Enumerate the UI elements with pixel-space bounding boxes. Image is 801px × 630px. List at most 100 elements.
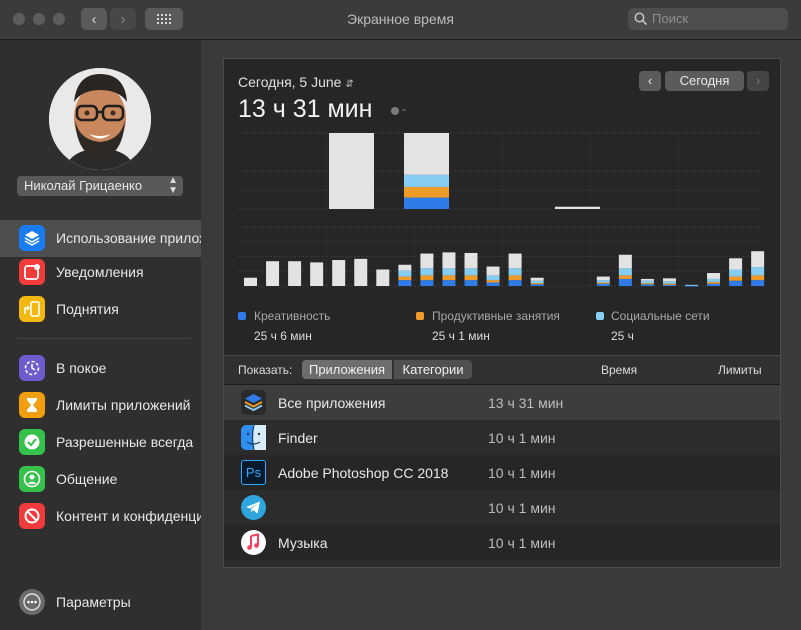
sidebar-item-label: Использование приложений	[56, 230, 201, 246]
title-bar: ‹ › Экранное время Поиск	[0, 0, 801, 40]
app-time: 13 ч 31 мин	[488, 395, 564, 411]
sidebar-item-content-privacy[interactable]: Контент и конфиденциальность	[0, 498, 201, 535]
hourly-bar-social	[751, 267, 765, 276]
hourly-bar-creativity	[707, 283, 721, 286]
date-selector[interactable]: Сегодня, 5 June ⇵	[238, 74, 354, 90]
memoji-avatar-image	[49, 68, 151, 170]
show-label: Показать:	[238, 363, 293, 377]
hourly-bar-productivity	[530, 283, 544, 285]
sidebar-item-label: В покое	[56, 360, 107, 376]
hourly-bar-other	[751, 251, 765, 268]
app-name: Adobe Photoshop CC 2018	[278, 465, 449, 481]
legend-label-creativity: Креативность	[254, 309, 331, 323]
list-item	[224, 560, 780, 567]
hourglass-icon	[19, 392, 45, 418]
telegram-icon	[241, 495, 266, 520]
hourly-bar-social	[442, 268, 456, 276]
music-icon	[241, 530, 266, 555]
avatar[interactable]	[49, 68, 151, 170]
search-placeholder: Поиск	[652, 11, 689, 26]
hourly-bar-creativity	[442, 280, 456, 286]
next-day-button[interactable]: ›	[747, 71, 769, 91]
hourly-bar-social	[662, 281, 676, 284]
hourly-bar-other	[332, 260, 346, 286]
chevron-right-icon: ›	[755, 73, 761, 88]
today-button[interactable]: Сегодня	[665, 71, 744, 91]
hourly-bar-social	[729, 269, 743, 277]
hourly-bar-other	[442, 252, 456, 269]
legend-value-social: 25 ч	[611, 329, 634, 343]
hourly-bar-creativity	[486, 282, 500, 286]
layers-icon	[241, 390, 266, 415]
hourly-bar-social	[618, 268, 632, 276]
hourly-bar-creativity	[662, 284, 676, 286]
hourly-bar-other	[707, 273, 721, 279]
hourly-bar-other	[266, 261, 280, 286]
main-content: Сегодня, 5 June ⇵ 13 ч 31 мин - ‹ Сегодн…	[201, 40, 801, 630]
hourly-bar-creativity	[618, 278, 632, 286]
list-item[interactable]: Finder 10 ч 1 мин	[224, 420, 780, 455]
column-header-time[interactable]: Время	[601, 363, 637, 377]
hourly-bar-productivity	[662, 283, 676, 285]
sidebar-item-label: Общение	[56, 471, 118, 487]
status-dash: -	[402, 102, 406, 116]
sidebar: Николай Грицаенко ▲ ▼ Использование прило…	[0, 40, 201, 630]
daily-bar-creativity	[404, 197, 449, 209]
sidebar-item-app-limits[interactable]: Лимиты приложений	[0, 387, 201, 424]
sidebar-item-label: Параметры	[56, 594, 131, 610]
user-select[interactable]: Николай Грицаенко ▲ ▼	[17, 176, 183, 196]
hourly-bar-creativity	[640, 284, 654, 286]
tab-apps[interactable]: Приложения	[302, 360, 392, 379]
search-input[interactable]: Поиск	[628, 8, 788, 30]
sidebar-item-label: Уведомления	[56, 264, 144, 280]
sidebar-item-downtime[interactable]: В покое	[0, 350, 201, 387]
sidebar-item-label: Поднятия	[56, 301, 119, 317]
sidebar-item-communication[interactable]: Общение	[0, 461, 201, 498]
sidebar-item-pickups[interactable]: Поднятия	[0, 291, 201, 328]
hourly-bar-other	[420, 253, 434, 269]
legend-value-productivity: 25 ч 1 мин	[432, 329, 490, 343]
hourly-bar-creativity	[420, 280, 434, 286]
list-item[interactable]: Все приложения 13 ч 31 мин	[224, 385, 780, 420]
sidebar-item-settings[interactable]: Параметры	[0, 584, 201, 621]
sidebar-item-notifications[interactable]: Уведомления	[0, 254, 201, 291]
date-label: Сегодня, 5 June	[238, 74, 342, 90]
legend-swatch-social	[596, 312, 604, 320]
app-time: 10 ч 1 мин	[488, 430, 556, 446]
hourly-bar-productivity	[751, 275, 765, 281]
list-item[interactable]: 10 ч 1 мин	[224, 490, 780, 525]
hourly-bar-productivity	[707, 281, 721, 284]
app-time: 10 ч 1 мин	[488, 500, 556, 516]
select-chevron-icon: ▲ ▼	[168, 175, 178, 196]
hourly-bar-other	[729, 258, 743, 270]
column-header-limits[interactable]: Лимиты	[718, 363, 762, 377]
sidebar-item-always-allowed[interactable]: Разрешенные всегда	[0, 424, 201, 461]
hourly-bar-other	[618, 254, 632, 269]
user-name: Николай Грицаенко	[24, 178, 143, 193]
hourly-bar-other	[662, 278, 676, 282]
hourly-bar-social	[685, 284, 698, 286]
sidebar-item-app-usage[interactable]: Использование приложений	[0, 220, 201, 257]
previous-day-button[interactable]: ‹	[639, 71, 661, 91]
hourly-bar-other	[310, 262, 324, 286]
hourly-bar-other	[464, 252, 478, 269]
daily-bar-productivity	[404, 186, 449, 198]
pickups-icon	[19, 296, 45, 322]
hourly-bar-social	[398, 270, 412, 277]
search-icon	[634, 12, 648, 26]
list-item[interactable]: Музыка 10 ч 1 мин	[224, 525, 780, 560]
hourly-bar-creativity	[508, 280, 522, 286]
layers-icon	[19, 225, 45, 251]
hourly-bar-social	[508, 268, 522, 276]
hourly-bar-social	[486, 275, 500, 281]
hourly-bar-productivity	[398, 276, 412, 281]
notification-icon	[19, 259, 45, 285]
hourly-bar-productivity	[640, 283, 654, 285]
tab-categories[interactable]: Категории	[394, 360, 472, 379]
hourly-bar-social	[596, 280, 610, 283]
hourly-bar-other	[398, 264, 412, 271]
daily-bar-other	[329, 133, 374, 209]
list-item[interactable]: Ps Adobe Photoshop CC 2018 10 ч 1 мин	[224, 455, 780, 490]
hourly-bar-creativity	[530, 284, 544, 286]
sidebar-item-label: Разрешенные всегда	[56, 434, 194, 450]
